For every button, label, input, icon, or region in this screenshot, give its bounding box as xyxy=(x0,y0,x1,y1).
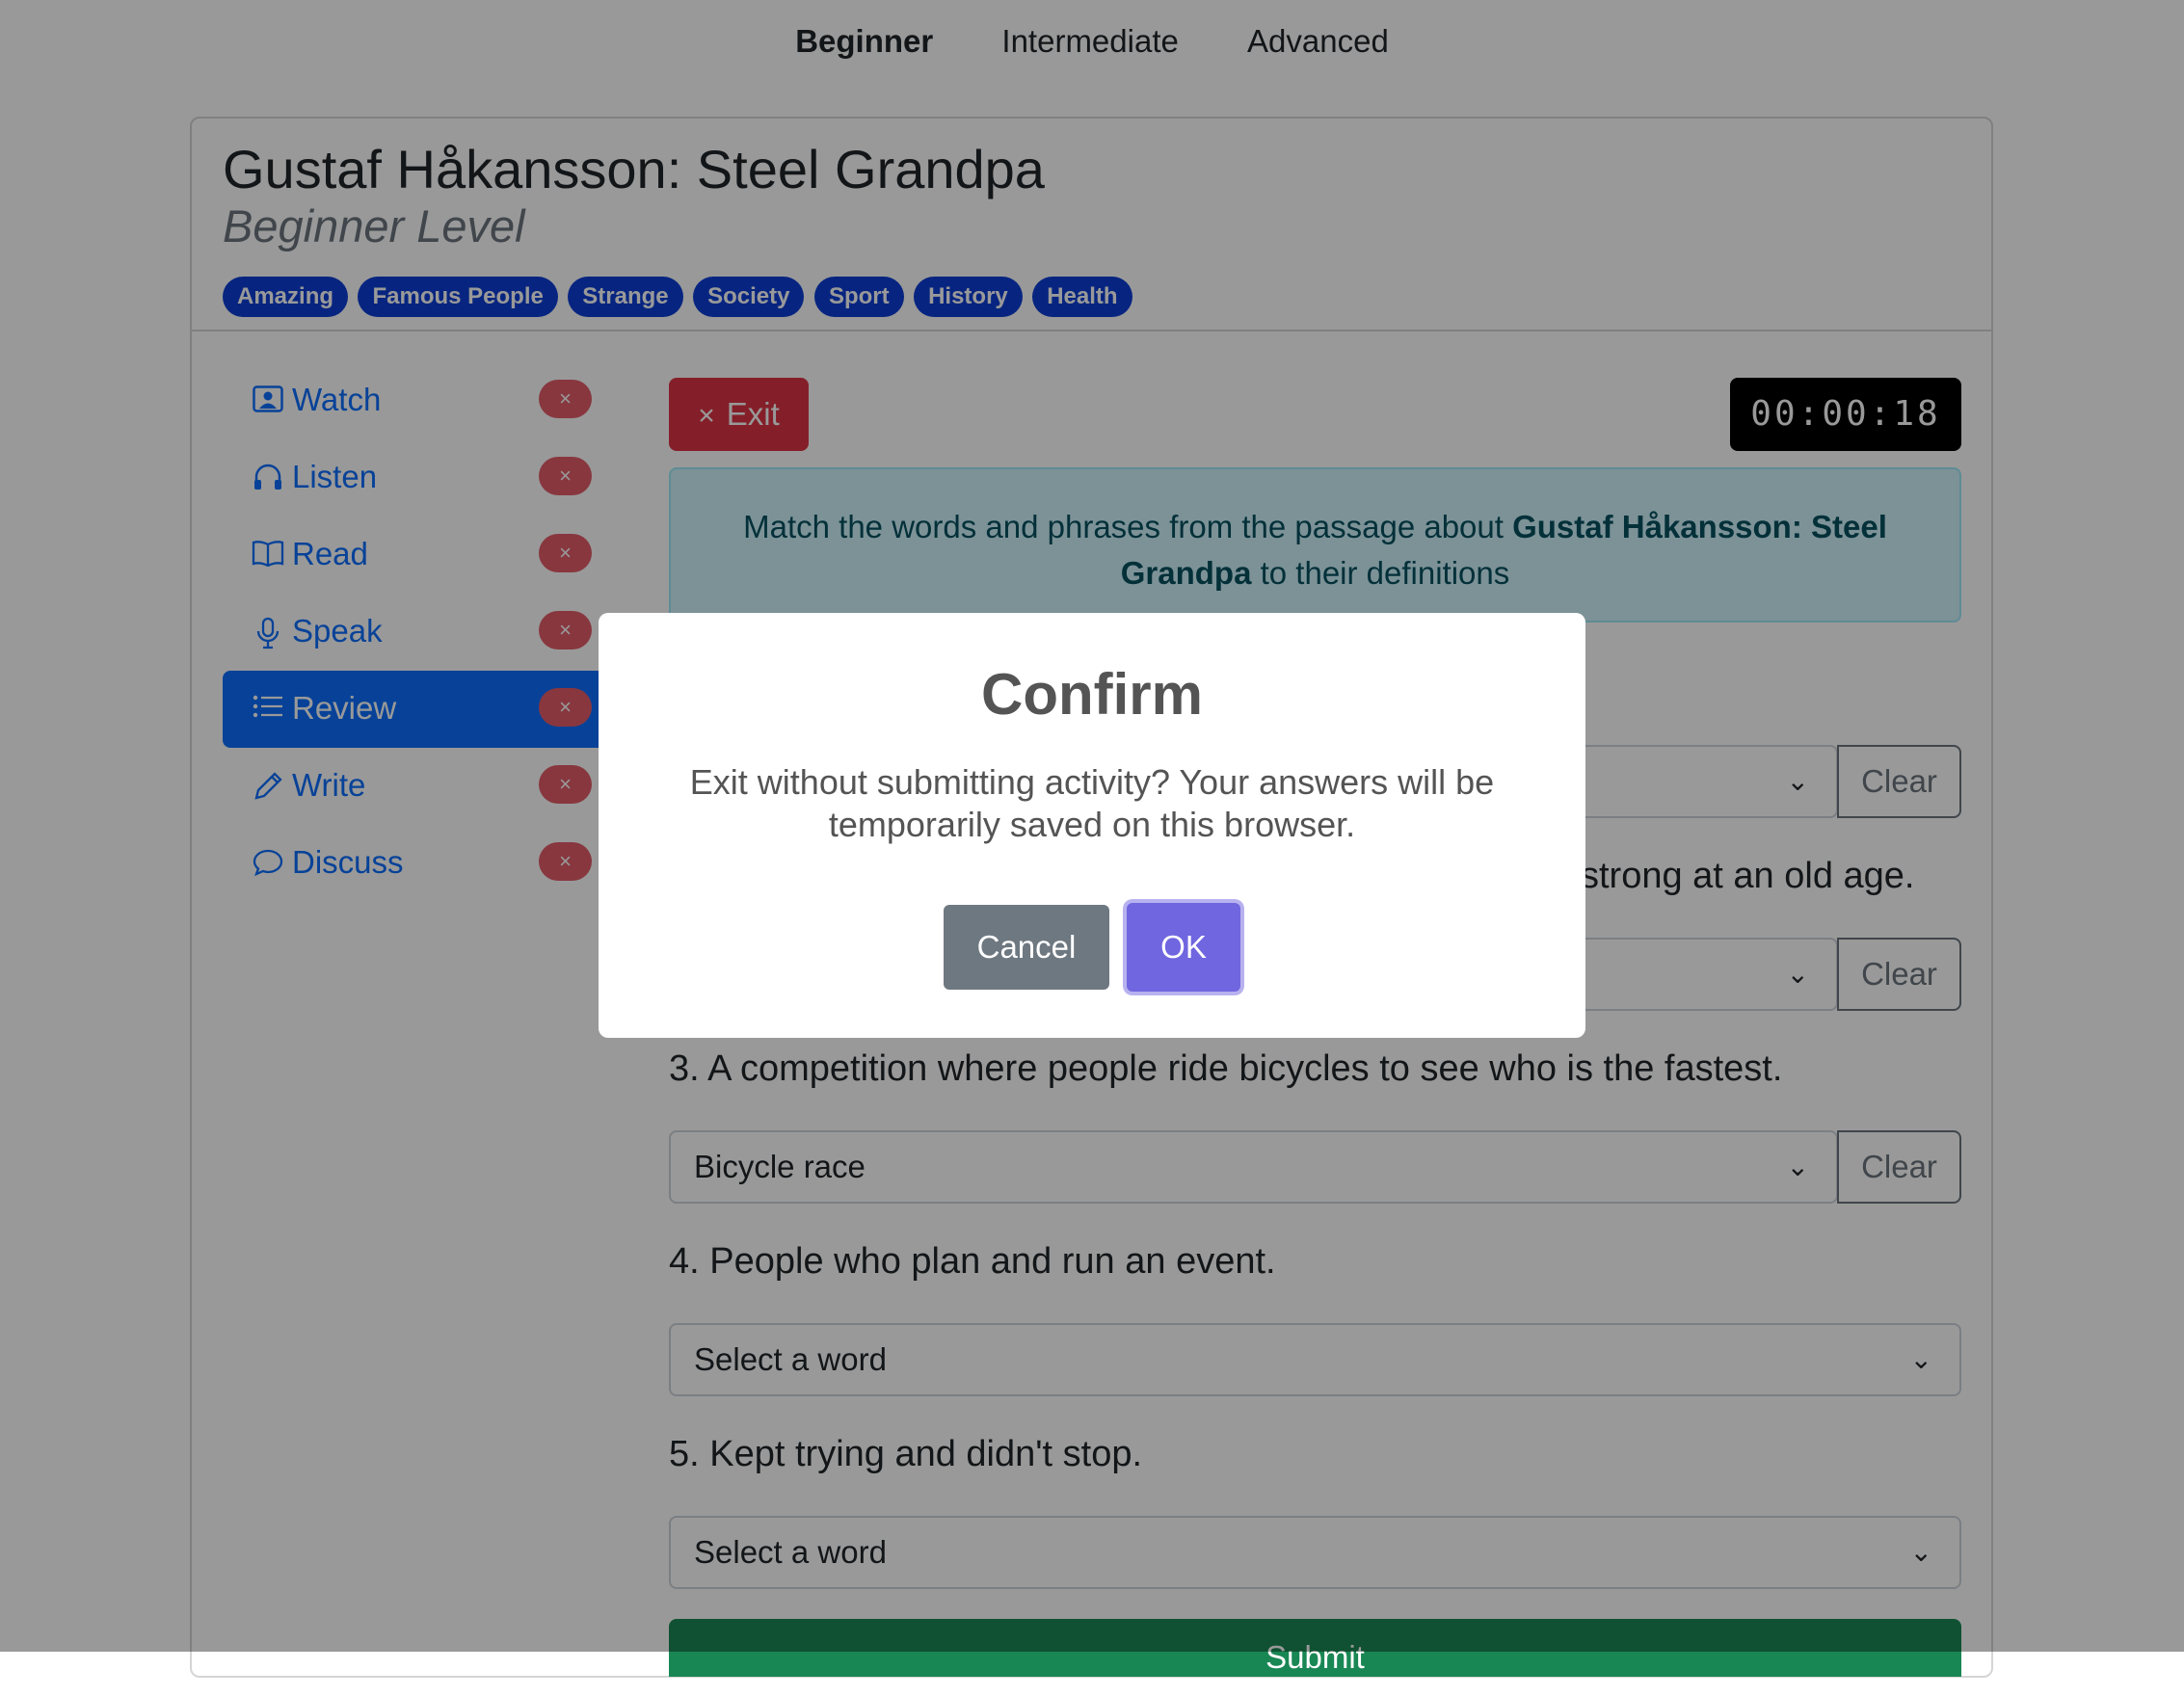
ok-button[interactable]: OK xyxy=(1127,903,1240,992)
dialog-message: Exit without submitting activity? Your a… xyxy=(689,762,1495,844)
page: Beginner Intermediate Advanced Gustaf Hå… xyxy=(0,0,2184,1678)
dialog-title: Confirm xyxy=(981,662,1203,727)
confirm-dialog: Confirm Exit without submitting activity… xyxy=(599,613,1585,1038)
cancel-button[interactable]: Cancel xyxy=(944,905,1109,990)
